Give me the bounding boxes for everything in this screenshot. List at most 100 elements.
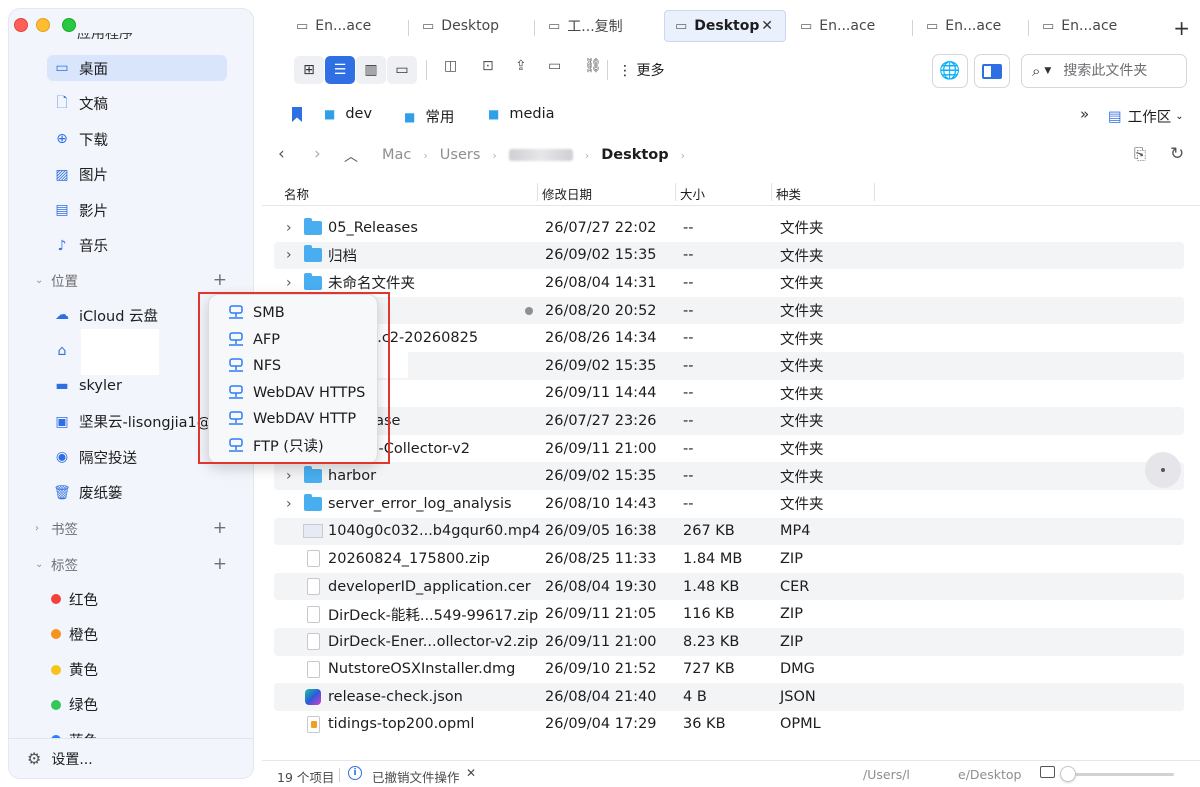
disclosure-chevron-icon[interactable]: › (286, 496, 292, 512)
table-row[interactable]: › 05_Releases 26/07/27 22:02 -- 文件夹 (274, 214, 1184, 242)
table-row[interactable]: tidings-top200.opml 26/09/04 17:29 36 KB OP… (274, 711, 1184, 739)
disclosure-chevron-icon[interactable]: › (286, 468, 292, 484)
column-header-name[interactable]: 名称 (284, 184, 309, 203)
sidebar-item-desktop[interactable]: ▭ 桌面 (47, 55, 227, 81)
table-row[interactable]: release-check.json 26/08/04 21:40 4 B JSON (274, 683, 1184, 711)
column-divider[interactable] (537, 183, 538, 201)
bookmark-icon[interactable] (292, 107, 302, 122)
icon-size-slider[interactable] (1064, 773, 1174, 776)
icon-size-slider-handle[interactable] (1060, 766, 1076, 782)
zoom-window-button[interactable] (62, 18, 76, 32)
add-location-button[interactable]: + (213, 270, 227, 290)
icon-view-button[interactable]: ⊞ (294, 56, 324, 84)
column-header-size[interactable]: 大小 (680, 184, 705, 203)
column-header-kind[interactable]: 种类 (776, 184, 801, 203)
table-row[interactable]: DirDeck-能耗...549-99617.zip 26/09/11 21:05… (274, 600, 1184, 628)
column-view-button[interactable]: ▥ (356, 56, 386, 84)
sidebar-item-trash[interactable]: 🗑 废纸篓 (47, 480, 122, 506)
new-folder-icon[interactable]: ⊡ (482, 58, 494, 74)
table-row[interactable]: NutstoreOSXInstaller.dmg 26/09/10 21:52 72… (274, 656, 1184, 684)
table-row[interactable]: 1040g0c032...b4gqur60.mp4 26/09/05 16:38 2… (274, 517, 1184, 546)
close-tab-icon[interactable]: ✕ (761, 18, 773, 34)
menu-item-protocol[interactable]: AFP (209, 327, 377, 354)
sidebar-item-photo[interactable]: ▨ 图片 (47, 162, 227, 188)
search-input[interactable] (1063, 63, 1164, 79)
menu-item-protocol[interactable]: NFS (209, 353, 377, 380)
table-row[interactable]: ›flash-...c2-2026082526/08/26 14:34--文件夹 (274, 324, 1184, 352)
new-tab-button[interactable]: + (1173, 16, 1190, 40)
tab-item[interactable]: ▭ Desktop ✕ (664, 10, 786, 42)
sidebar-item-computer[interactable]: ▬ skyler (47, 373, 122, 399)
disclosure-chevron-icon[interactable]: › (286, 275, 292, 291)
sidebar-tag-item[interactable]: 绿色 (47, 692, 98, 718)
forward-button[interactable]: › (314, 144, 321, 164)
menu-item-protocol[interactable]: WebDAV HTTPS (209, 380, 377, 407)
sidebar-item-home[interactable]: ⌂ (47, 338, 79, 364)
table-row[interactable]: 20260824_175800.zip 26/08/25 11:33 1.84 MB… (274, 545, 1184, 573)
more-button[interactable]: ⋮ 更多 (618, 60, 664, 80)
tab-item[interactable]: ▭ En...ace (1032, 10, 1147, 42)
chevron-down-icon[interactable]: ▼ (1044, 66, 1051, 76)
sidebar-item-applications[interactable]: 应用程序 (77, 33, 133, 43)
copy-path-icon[interactable]: ⎘ (1134, 145, 1146, 163)
column-divider[interactable] (675, 183, 676, 201)
breadcrumb-users[interactable]: Users (440, 147, 481, 163)
close-window-button[interactable] (14, 18, 28, 32)
menu-item-protocol[interactable]: WebDAV HTTP (209, 406, 377, 433)
menu-item-protocol[interactable]: FTP (只读) (209, 433, 377, 460)
breadcrumb-current[interactable]: Desktop (601, 147, 668, 163)
bookmark-item[interactable]: ■ 常用 (404, 106, 454, 127)
link-icon[interactable]: ⛓ (584, 58, 602, 74)
table-row[interactable]: ›226/09/11 14:44--文件夹 (274, 380, 1184, 408)
sidebar-tag-item[interactable]: 红色 (47, 586, 98, 612)
table-row[interactable]: ›-eval26/08/20 20:52--文件夹 (274, 296, 1184, 325)
add-tag-button[interactable]: + (213, 554, 227, 574)
table-row[interactable]: ›Energy-Collector-v226/09/11 21:00--文件夹 (274, 435, 1184, 463)
column-header-date[interactable]: 修改日期 (542, 184, 592, 203)
breadcrumb-mac[interactable]: Mac (382, 147, 411, 163)
sidebar-section-tags[interactable]: ⌄ 标签 + (35, 553, 227, 575)
sidebar-item-film[interactable]: ▤ 影片 (47, 197, 227, 223)
sidebar-item-download[interactable]: ⊕ 下载 (47, 126, 227, 152)
close-icon[interactable]: ✕ (466, 766, 476, 780)
minimize-window-button[interactable] (36, 18, 50, 32)
sidebar-item-music[interactable]: ♪ 音乐 (47, 233, 227, 259)
preview-panel-button[interactable] (974, 54, 1010, 88)
menu-item-protocol[interactable]: SMB (209, 300, 377, 327)
split-view-icon[interactable]: ◫ (444, 58, 457, 74)
table-row[interactable]: ›Showcase26/07/27 23:26--文件夹 (274, 407, 1184, 435)
network-search-button[interactable]: 🌐 (932, 54, 968, 88)
tab-item[interactable]: ▭ 工...复制 (538, 10, 653, 42)
tab-item[interactable]: ▭ En...ace (790, 10, 905, 42)
breadcrumb-username-redacted[interactable] (508, 149, 573, 161)
column-divider[interactable] (874, 183, 875, 201)
tab-item[interactable]: ▭ Desktop (412, 10, 527, 42)
terminal-icon[interactable]: ▭ (548, 58, 561, 74)
scroll-indicator[interactable] (1145, 452, 1181, 488)
table-row[interactable]: › 归档 26/09/02 15:35 -- 文件夹 (274, 241, 1184, 270)
table-row[interactable]: developerID_application.cer 26/08/04 19:3… (274, 572, 1184, 601)
sidebar-item-nutstore[interactable]: ▣ 坚果云-lisongjia1@... (47, 409, 225, 435)
back-button[interactable]: ‹ (278, 144, 285, 164)
tab-item[interactable]: ▭ En...ace (916, 10, 1031, 42)
add-bookmark-button[interactable]: + (213, 518, 227, 538)
column-divider[interactable] (771, 183, 772, 201)
sidebar-section-locations[interactable]: ⌄ 位置 + (35, 269, 227, 291)
overflow-chevron-icon[interactable]: » (1080, 105, 1089, 123)
parent-folder-button[interactable]: ︿ (344, 146, 358, 166)
sidebar-tag-item[interactable]: 橙色 (47, 621, 98, 647)
table-row[interactable]: › server_error_log_analysis 26/08/10 14:43… (274, 490, 1184, 518)
table-row[interactable]: › 未命名文件夹 26/08/04 14:31 -- 文件夹 (274, 269, 1184, 297)
sidebar-item-document[interactable]: 🗋 文稿 (47, 91, 227, 117)
workspace-button[interactable]: ▤ 工作区 ⌄ (1108, 106, 1184, 127)
list-view-button[interactable]: ☰ (325, 56, 355, 84)
table-row[interactable]: ›o26/09/02 15:35--文件夹 (274, 351, 1184, 380)
refresh-icon[interactable]: ↻ (1170, 144, 1184, 164)
bookmark-item[interactable]: ■ dev (324, 106, 372, 122)
sidebar-tag-item[interactable]: 黄色 (47, 657, 98, 683)
disclosure-chevron-icon[interactable]: › (286, 220, 292, 236)
sidebar-item-cloud[interactable]: ☁ iCloud 云盘 (47, 302, 158, 328)
table-row[interactable]: › harbor 26/09/02 15:35 -- 文件夹 (274, 462, 1184, 490)
bookmark-item[interactable]: ■ media (488, 106, 555, 122)
sidebar-item-airdrop[interactable]: ◉ 隔空投送 (47, 444, 137, 470)
